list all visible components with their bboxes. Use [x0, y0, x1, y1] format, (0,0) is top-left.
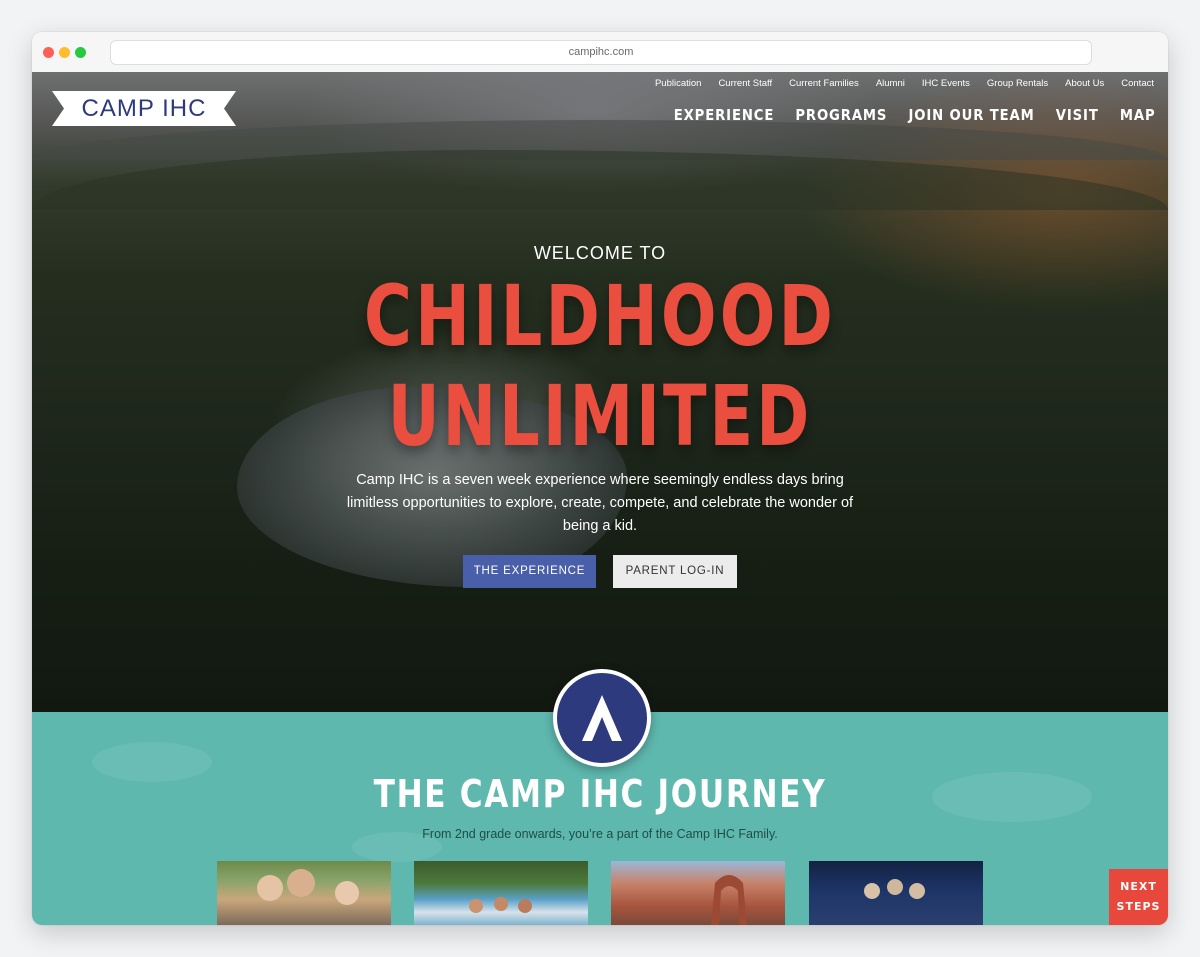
nav-programs[interactable]: PROGRAMS: [796, 106, 888, 124]
the-experience-button[interactable]: THE EXPERIENCE: [463, 555, 596, 588]
nav-map[interactable]: MAP: [1120, 106, 1156, 124]
utility-nav: Publication Current Staff Current Famili…: [655, 78, 1154, 89]
hero-headline-line2: UNLIMITED: [387, 367, 813, 465]
hero-section: Publication Current Staff Current Famili…: [32, 72, 1168, 712]
photo-person: [887, 879, 903, 895]
utility-link-alumni[interactable]: Alumni: [876, 78, 905, 89]
browser-window: campihc.com Publication Current Staff Cu…: [32, 32, 1168, 925]
utility-link-group-rentals[interactable]: Group Rentals: [987, 78, 1048, 89]
journey-title: THE CAMP IHC JOURNEY: [373, 772, 827, 816]
next-steps-line2: STEPS: [1116, 900, 1161, 913]
logo-text: CAMP IHC: [81, 95, 207, 122]
photo-person: [494, 897, 508, 911]
nav-visit[interactable]: VISIT: [1056, 106, 1099, 124]
utility-link-contact[interactable]: Contact: [1121, 78, 1154, 89]
photo-person: [257, 875, 283, 901]
journey-subtitle: From 2nd grade onwards, you’re a part of…: [422, 827, 778, 841]
next-steps-line1: NEXT: [1120, 880, 1157, 893]
close-window-button[interactable]: [43, 47, 54, 58]
address-bar[interactable]: campihc.com: [110, 40, 1092, 65]
journey-photo-arches[interactable]: [611, 861, 785, 925]
hero-intro-text: Camp IHC is a seven week experience wher…: [346, 472, 854, 534]
utility-link-current-staff[interactable]: Current Staff: [718, 78, 772, 89]
photo-person: [909, 883, 925, 899]
camp-ihc-logo[interactable]: CAMP IHC: [52, 91, 236, 126]
utility-link-current-families[interactable]: Current Families: [789, 78, 859, 89]
arch-rock-icon: [711, 875, 747, 925]
journey-photo-campers[interactable]: [217, 861, 391, 925]
photo-person: [469, 899, 483, 913]
journey-photo-rafting[interactable]: [414, 861, 588, 925]
photo-person: [518, 899, 532, 913]
photo-person: [287, 869, 315, 897]
tent-a-icon: [582, 695, 622, 741]
minimize-window-button[interactable]: [59, 47, 70, 58]
parent-login-button[interactable]: PARENT LOG-IN: [613, 555, 737, 588]
journey-photo-night-group[interactable]: [809, 861, 983, 925]
utility-link-publication[interactable]: Publication: [655, 78, 701, 89]
hero-headline-line1: CHILDHOOD: [363, 267, 837, 365]
main-nav: EXPERIENCE PROGRAMS JOIN OUR TEAM VISIT …: [674, 106, 1156, 124]
utility-link-about-us[interactable]: About Us: [1065, 78, 1104, 89]
hero-welcome: WELCOME TO: [533, 243, 667, 263]
nav-join-our-team[interactable]: JOIN OUR TEAM: [909, 106, 1035, 124]
nav-experience[interactable]: EXPERIENCE: [674, 106, 775, 124]
next-steps-button[interactable]: NEXT STEPS: [1109, 869, 1168, 925]
browser-toolbar: campihc.com: [32, 32, 1168, 73]
photo-person: [335, 881, 359, 905]
photo-person: [864, 883, 880, 899]
utility-link-ihc-events[interactable]: IHC Events: [922, 78, 970, 89]
camp-ihc-emblem-icon: [553, 669, 651, 767]
maximize-window-button[interactable]: [75, 47, 86, 58]
